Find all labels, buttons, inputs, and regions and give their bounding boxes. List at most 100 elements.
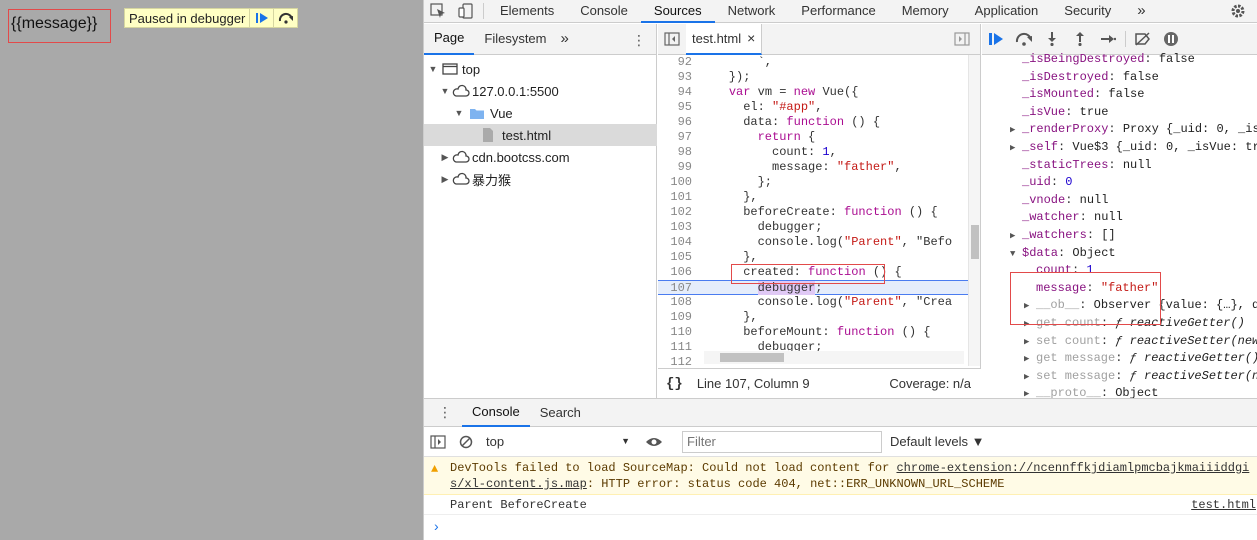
live-expression-button[interactable]	[640, 431, 668, 453]
line-number[interactable]: 102	[658, 205, 700, 220]
line-number[interactable]: 103	[658, 220, 700, 235]
tab-console[interactable]: Console	[567, 0, 641, 23]
code-line[interactable]: 110 beforeMount: function () {	[658, 325, 968, 340]
tree-item-localhost[interactable]: ▼ 127.0.0.1:5500	[424, 80, 657, 102]
tab-network[interactable]: Network	[715, 0, 789, 23]
editor-horizontal-scrollbar[interactable]	[704, 351, 964, 364]
settings-button[interactable]	[1224, 0, 1252, 22]
tree-item-test-html[interactable]: test.html	[424, 124, 657, 146]
code-line[interactable]: 99 message: "father",	[658, 160, 968, 175]
step-button[interactable]	[1094, 28, 1122, 50]
code-line[interactable]: 108 console.log("Parent", "Crea	[658, 295, 968, 310]
scope-property[interactable]: ▶ _self: Vue$3 {_uid: 0, _isVue: tr	[1010, 139, 1257, 156]
scope-property[interactable]: _watcher: null	[1010, 209, 1123, 226]
tab-security[interactable]: Security	[1051, 0, 1124, 23]
inspect-element-button[interactable]	[424, 0, 452, 22]
resume-button[interactable]	[249, 9, 273, 27]
tab-memory[interactable]: Memory	[889, 0, 962, 23]
tree-item-vue-folder[interactable]: ▼ Vue	[424, 102, 657, 124]
tab-test-html[interactable]: test.html ×	[686, 23, 763, 55]
code-line[interactable]: 102 beforeCreate: function () {	[658, 205, 968, 220]
tab-elements[interactable]: Elements	[487, 0, 567, 23]
device-toolbar-button[interactable]	[452, 0, 480, 22]
console-filter-input[interactable]	[682, 430, 882, 453]
drawer-menu-icon[interactable]: ⋮	[438, 404, 452, 421]
step-out-button[interactable]	[1066, 28, 1094, 50]
code-line[interactable]: 100 };	[658, 175, 968, 190]
line-number[interactable]: 94	[658, 85, 700, 100]
tab-filesystem[interactable]: Filesystem	[474, 24, 556, 54]
navigator-more-button[interactable]: »	[557, 24, 573, 54]
code-line[interactable]: 93 });	[658, 70, 968, 85]
tab-performance[interactable]: Performance	[788, 0, 888, 23]
resume-button[interactable]	[982, 28, 1010, 50]
tab-search[interactable]: Search	[530, 400, 591, 426]
scope-property[interactable]: ▶ __proto__: Object	[1024, 385, 1158, 398]
line-number[interactable]: 110	[658, 325, 700, 340]
line-number[interactable]: 105	[658, 250, 700, 265]
scope-property[interactable]: ▶ get message: ƒ reactiveGetter()	[1024, 350, 1257, 367]
scope-property[interactable]: _isBeingDestroyed: false	[1010, 51, 1195, 68]
scope-property[interactable]: _isMounted: false	[1010, 86, 1144, 103]
toggle-navigator-button[interactable]	[658, 28, 686, 50]
line-number[interactable]: 92	[658, 55, 700, 70]
scope-property[interactable]: _isDestroyed: false	[1010, 69, 1159, 86]
navigator-menu-icon[interactable]: ⋮	[632, 32, 646, 49]
editor-vertical-scrollbar[interactable]	[968, 55, 980, 366]
code-line[interactable]: 101 },	[658, 190, 968, 205]
code-line[interactable]: 94 var vm = new Vue({	[658, 85, 968, 100]
context-selector[interactable]: top ▼	[486, 434, 636, 449]
line-number[interactable]: 104	[658, 235, 700, 250]
line-number[interactable]: 108	[658, 295, 700, 310]
line-number[interactable]: 101	[658, 190, 700, 205]
step-over-button[interactable]	[1010, 28, 1038, 50]
log-levels-dropdown[interactable]: Default levels ▼	[890, 434, 985, 449]
code-line[interactable]: 104 console.log("Parent", "Befo	[658, 235, 968, 250]
pretty-print-button[interactable]: {}	[666, 376, 683, 392]
step-over-button[interactable]	[273, 9, 297, 27]
scope-property[interactable]: _uid: 0	[1010, 174, 1072, 191]
scope-property[interactable]: ▼ $data: Object	[1010, 245, 1116, 262]
warning-source-link[interactable]: chrome-extension://ncennffkjdiamlpmcbajk…	[896, 461, 1249, 475]
close-tab-icon[interactable]: ×	[747, 30, 755, 46]
line-number[interactable]: 107	[658, 281, 700, 296]
scope-property[interactable]: ▶ set message: ƒ reactiveSetter(n	[1024, 368, 1257, 385]
code-line[interactable]: 103 debugger;	[658, 220, 968, 235]
line-number[interactable]: 95	[658, 100, 700, 115]
step-into-button[interactable]	[1038, 28, 1066, 50]
line-number[interactable]: 93	[658, 70, 700, 85]
code-line[interactable]: 95 el: "#app",	[658, 100, 968, 115]
show-sidebar-button[interactable]	[424, 431, 452, 453]
line-number[interactable]: 96	[658, 115, 700, 130]
scope-property[interactable]: _vnode: null	[1010, 192, 1108, 209]
tab-console-drawer[interactable]: Console	[462, 399, 530, 427]
code-line[interactable]: 92 `,	[658, 55, 968, 70]
tree-item-violentmonkey[interactable]: ▶ 暴力猴	[424, 168, 657, 190]
code-line[interactable]: 98 count: 1,	[658, 145, 968, 160]
more-tabs-button[interactable]: »	[1124, 0, 1158, 23]
code-line[interactable]: 97 return {	[658, 130, 968, 145]
tab-page[interactable]: Page	[424, 23, 475, 55]
pause-on-exceptions-button[interactable]	[1157, 28, 1185, 50]
code-area[interactable]: 92 `, 93 }); 94 var vm = new Vue({95 el: "…	[658, 55, 981, 375]
tree-item-top[interactable]: ▼ top	[424, 58, 657, 80]
line-number[interactable]: 106	[658, 265, 700, 280]
line-number[interactable]: 100	[658, 175, 700, 190]
scope-property[interactable]: ▶ set count: ƒ reactiveSetter(new	[1024, 333, 1257, 350]
code-line[interactable]: 96 data: function () {	[658, 115, 968, 130]
scope-property[interactable]: ▶ _watchers: []	[1010, 227, 1116, 244]
console-prompt[interactable]: ›	[424, 515, 1257, 537]
scope-property[interactable]: ▶ _renderProxy: Proxy {_uid: 0, _is	[1010, 121, 1257, 138]
code-line[interactable]: 109 },	[658, 310, 968, 325]
tree-item-cdn-bootcss[interactable]: ▶ cdn.bootcss.com	[424, 146, 657, 168]
scroll-thumb[interactable]	[971, 225, 979, 259]
line-number[interactable]: 109	[658, 310, 700, 325]
scope-property[interactable]: _isVue: true	[1010, 104, 1108, 121]
deactivate-breakpoints-button[interactable]	[1129, 28, 1157, 50]
tab-sources[interactable]: Sources	[640, 0, 715, 23]
tab-application[interactable]: Application	[962, 0, 1052, 23]
line-number[interactable]: 97	[658, 130, 700, 145]
clear-console-button[interactable]	[452, 431, 480, 453]
line-number[interactable]: 98	[658, 145, 700, 160]
log-source-link[interactable]: test.html	[1191, 495, 1256, 515]
